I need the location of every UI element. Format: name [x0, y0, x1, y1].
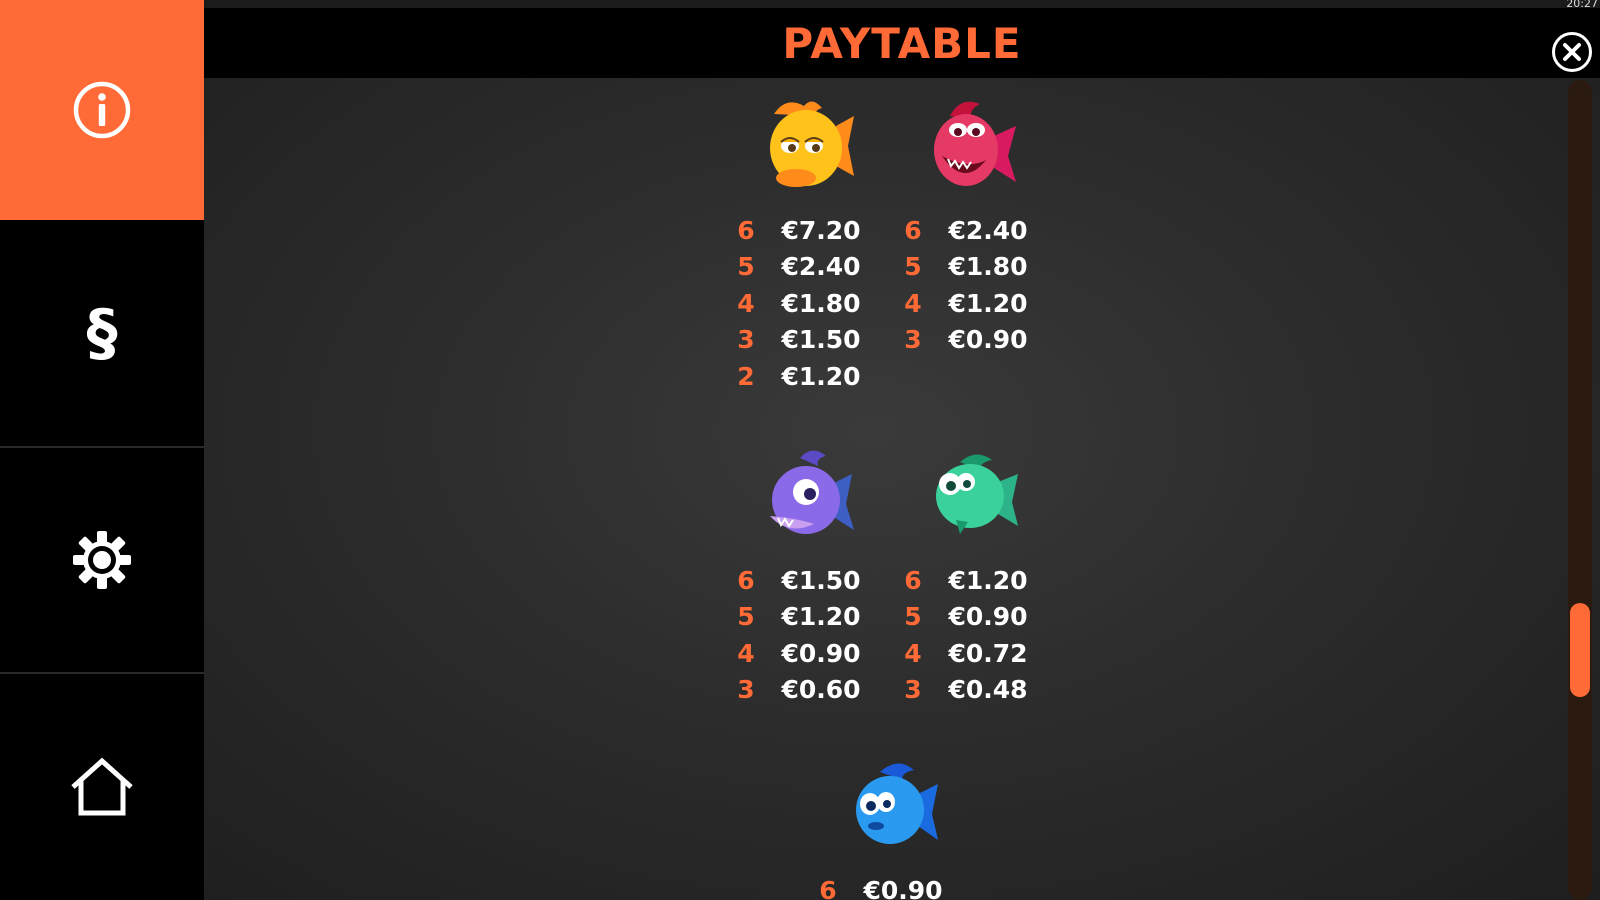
pay-count: 2 — [737, 361, 755, 391]
blue-fish-icon — [856, 763, 938, 844]
close-button[interactable] — [1552, 32, 1592, 72]
pay-amount: €1.20 — [948, 288, 1028, 318]
pay-group-purple-fish: 6 €1.50 5 €1.20 4 €0.90 3 €0.60 — [726, 562, 876, 708]
pay-group-green-fish: 6 €1.20 5 €0.90 4 €0.72 3 €0.48 — [893, 562, 1043, 708]
pay-amount: €7.20 — [781, 215, 861, 245]
sidebar-menu: § — [0, 0, 204, 900]
pay-amount: €1.20 — [781, 602, 861, 632]
pay-row: 3 €0.60 — [726, 672, 876, 709]
pay-row: 3 €0.90 — [893, 322, 1043, 359]
rules-button[interactable]: § — [0, 220, 204, 446]
pay-count: 6 — [904, 565, 922, 595]
pay-row: 4 €0.72 — [893, 635, 1043, 672]
pay-amount: €1.20 — [948, 565, 1028, 595]
pay-amount: €1.20 — [781, 361, 861, 391]
pay-amount: €0.60 — [781, 675, 861, 705]
close-icon — [1563, 43, 1581, 61]
pay-amount: €2.40 — [781, 252, 861, 282]
home-icon — [71, 757, 133, 816]
pay-row: 5 €1.80 — [893, 249, 1043, 286]
info-icon — [73, 81, 131, 139]
pay-row: 2 €1.20 — [726, 358, 876, 395]
pay-amount: €0.90 — [948, 325, 1028, 355]
pay-count: 4 — [737, 638, 755, 668]
pay-count: 3 — [904, 325, 922, 355]
pay-count: 5 — [737, 252, 755, 282]
pay-row: 4 €1.20 — [893, 285, 1043, 322]
pay-count: 5 — [904, 602, 922, 632]
gear-icon — [73, 531, 131, 589]
settings-button[interactable] — [0, 448, 204, 672]
pay-count: 6 — [819, 875, 837, 900]
pay-count: 3 — [737, 675, 755, 705]
pay-count: 4 — [904, 288, 922, 318]
pay-count: 4 — [904, 638, 922, 668]
pay-amount: €1.50 — [781, 325, 861, 355]
home-button[interactable] — [0, 674, 204, 900]
pay-amount: €0.90 — [863, 875, 943, 900]
pay-row: 5 €2.40 — [726, 249, 876, 286]
pay-group-red-fish: 6 €2.40 5 €1.80 4 €1.20 3 €0.90 — [893, 212, 1043, 358]
purple-fish-icon — [770, 450, 854, 534]
pay-group-blue-fish: 6 €0.90 — [808, 872, 958, 900]
red-fish-icon — [934, 101, 1016, 186]
pay-row: 5 €1.20 — [726, 599, 876, 636]
pay-amount: €0.90 — [781, 638, 861, 668]
pay-group-yellow-fish: 6 €7.20 5 €2.40 4 €1.80 3 €1.50 2 €1.20 — [726, 212, 876, 395]
green-fish-icon — [936, 454, 1018, 534]
pay-amount: €1.50 — [781, 565, 861, 595]
pay-row: 4 €0.90 — [726, 635, 876, 672]
pay-row: 6 €0.90 — [808, 872, 958, 900]
pay-count: 5 — [904, 252, 922, 282]
pay-count: 6 — [904, 215, 922, 245]
pay-count: 4 — [737, 288, 755, 318]
info-button[interactable] — [0, 0, 204, 220]
pay-amount: €1.80 — [948, 252, 1028, 282]
pay-count: 6 — [737, 565, 755, 595]
pay-count: 5 — [737, 602, 755, 632]
section-sign-icon: § — [86, 296, 118, 369]
pay-row: 3 €0.48 — [893, 672, 1043, 709]
pay-amount: €0.90 — [948, 602, 1028, 632]
pay-row: 5 €0.90 — [893, 599, 1043, 636]
pay-row: 6 €1.50 — [726, 562, 876, 599]
pay-row: 6 €1.20 — [893, 562, 1043, 599]
pay-row: 6 €7.20 — [726, 212, 876, 249]
yellow-fish-icon — [770, 101, 854, 187]
pay-amount: €0.48 — [948, 675, 1028, 705]
pay-count: 6 — [737, 215, 755, 245]
pay-count: 3 — [737, 325, 755, 355]
pay-amount: €2.40 — [948, 215, 1028, 245]
pay-row: 4 €1.80 — [726, 285, 876, 322]
page-title: PAYTABLE — [782, 18, 1022, 68]
pay-amount: €1.80 — [781, 288, 861, 318]
pay-row: 3 €1.50 — [726, 322, 876, 359]
top-strip: 20:27 — [204, 0, 1600, 10]
pay-count: 3 — [904, 675, 922, 705]
pay-amount: €0.72 — [948, 638, 1028, 668]
pay-row: 6 €2.40 — [893, 212, 1043, 249]
paytable-panel: 20:27 PAYTABLE 6 €7.20 5 €2.40 4 €1.80 3… — [204, 0, 1600, 900]
header-bar: PAYTABLE — [204, 8, 1600, 78]
scrollbar[interactable] — [1568, 80, 1592, 900]
scrollbar-thumb[interactable] — [1570, 603, 1590, 697]
